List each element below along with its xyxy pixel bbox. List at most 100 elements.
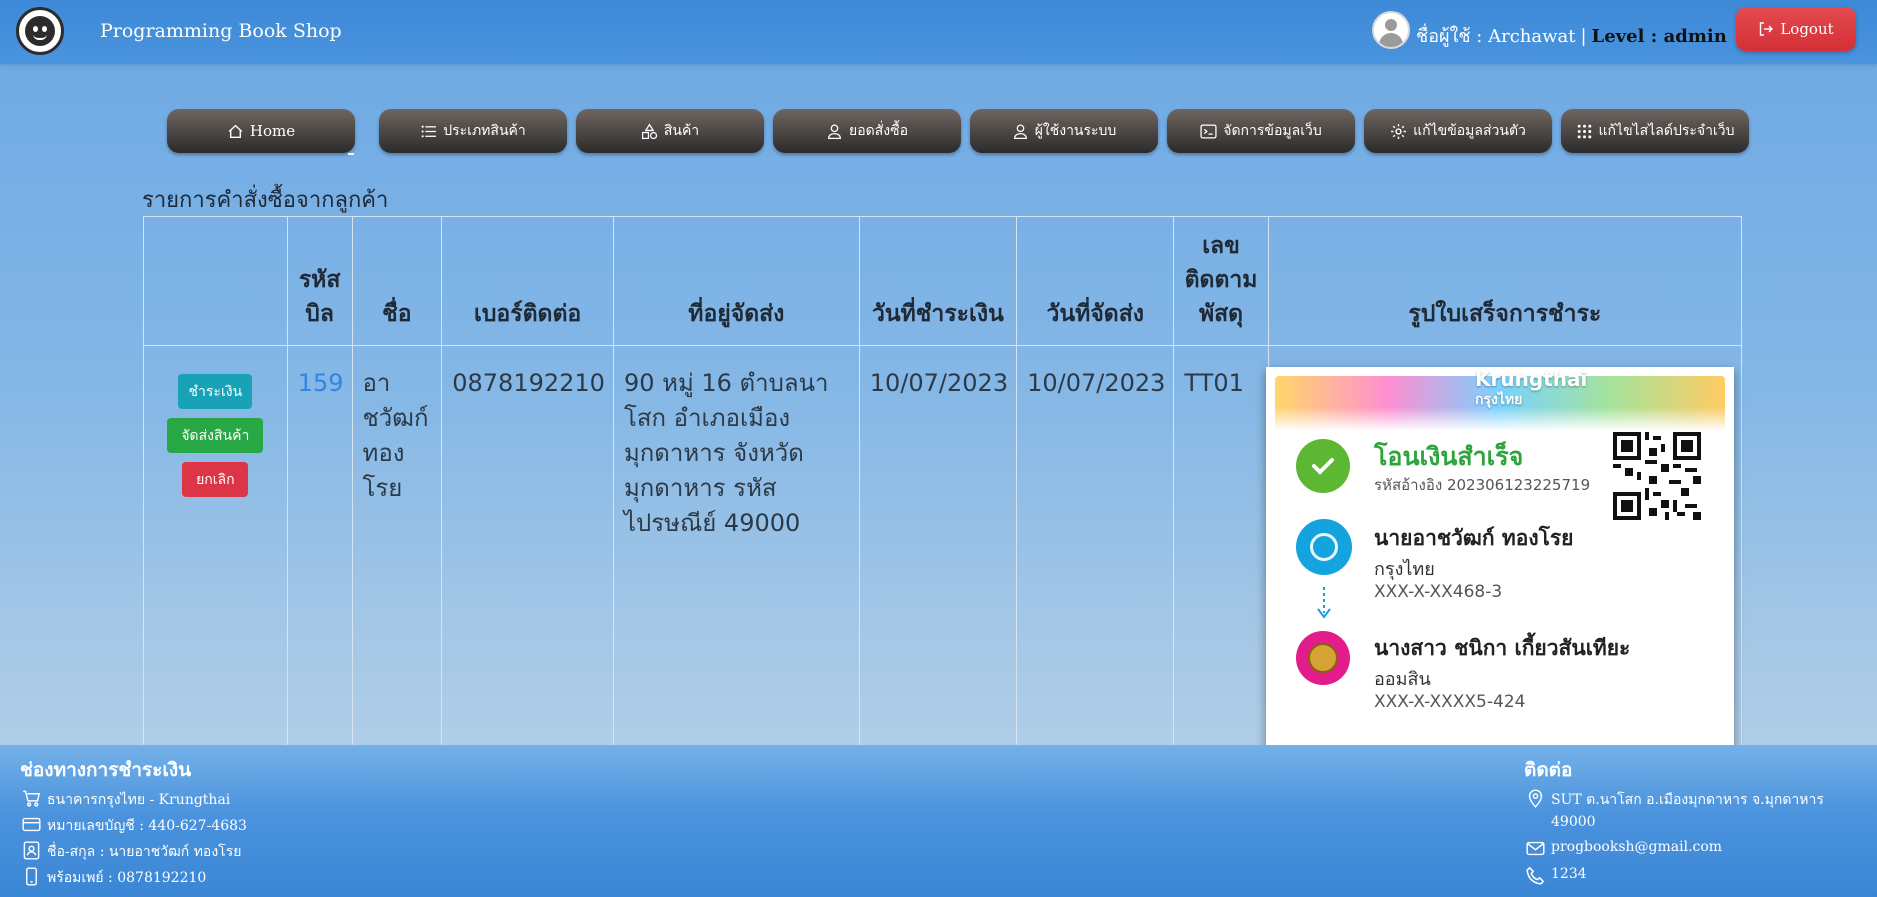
nav-products[interactable]: สินค้า: [576, 109, 764, 153]
nav-home-label: Home: [249, 122, 296, 140]
contact-title: ติดต่อ: [1524, 759, 1573, 781]
nav-orders-label: ยอดสั่งซื้อ: [849, 123, 908, 139]
top-navbar: Programming Book Shop ชื่อผู้ใช้ : Archa…: [0, 0, 1877, 64]
contact-telephone: 1234: [1526, 866, 1587, 885]
user-separator: |: [1580, 26, 1587, 47]
address-cell: 90 หมู่ 16 ตำบลนาโสก อำเภอเมืองมุกดาหาร …: [612, 345, 860, 746]
user-level: Level : admin: [1591, 26, 1727, 47]
receiver-name: นางสาว ชนิกา เกี้ยวสันเทียะ: [1374, 636, 1631, 660]
payment-name-text: ชื่อ-สกุล : นายอาชวัฒก์ ทองโรย: [47, 844, 242, 860]
col-actions-header: [143, 216, 288, 346]
pay-button[interactable]: ชำระเงิน: [178, 374, 253, 409]
logout-label: Logout: [1780, 20, 1834, 38]
person-icon: [828, 123, 841, 139]
payment-promptpay-text: พร้อมเพย์ : 0878192210: [47, 870, 207, 886]
gsb-bank-icon: [1296, 631, 1350, 685]
payment-name: ชื่อ-สกุล : นายอาชวัฒก์ ทองโรย: [22, 841, 241, 863]
receiver-account: XXX-X-XXXX5-424: [1374, 692, 1526, 712]
col-bill-id-header: รหัสบิล: [286, 216, 353, 346]
nav-product-types[interactable]: ประเภทสินค้า: [379, 109, 567, 153]
receipt-bank-sub: กรุงไทย: [1475, 392, 1523, 408]
row-actions: ชำระเงิน จัดส่งสินค้า ยกเลิก: [143, 345, 288, 746]
payment-channels-title: ช่องทางการชำระเงิน: [20, 759, 192, 781]
payment-receipt-image[interactable]: Krungthai กรุงไทย โอนเงินสำเร็จ รหัสอ้าง…: [1266, 367, 1734, 757]
location-icon: [1528, 789, 1543, 808]
home-icon: [228, 124, 243, 138]
contact-email: progbooksh@gmail.com: [1526, 839, 1722, 858]
col-phone-header: เบอร์ติดต่อ: [441, 216, 614, 346]
col-receipt-header: รูปใบเสร็จการชำระ: [1267, 216, 1743, 346]
orders-title: รายการคำสั่งซื้อจากลูกค้า: [142, 188, 389, 213]
shapes-icon: [641, 122, 657, 139]
nav-home[interactable]: Home: [167, 109, 355, 153]
cancel-button[interactable]: ยกเลิก: [182, 462, 249, 497]
nav-orders[interactable]: ยอดสั่งซื้อ: [773, 109, 961, 153]
nav-profile-label: แก้ไขข้อมูลส่วนตัว: [1413, 123, 1526, 139]
nav-products-label: สินค้า: [663, 123, 700, 139]
col-ship-date-header: วันที่จัดส่ง: [1016, 216, 1175, 346]
contact-email-text[interactable]: progbooksh@gmail.com: [1551, 839, 1722, 855]
phone-cell: 0878192210: [441, 345, 614, 746]
smiley-icon: [25, 16, 55, 46]
gear-icon: [1391, 123, 1407, 139]
bill-id-link[interactable]: 159: [298, 369, 344, 397]
telephone-icon: [1526, 866, 1545, 885]
col-pay-date-header: วันที่ชำระเงิน: [858, 216, 1018, 346]
list-icon: [421, 125, 437, 137]
shop-logo[interactable]: [16, 7, 64, 55]
nav-slides-label: แก้ไขไสไลด์ประจำเว็บ: [1598, 123, 1735, 139]
username-label: ชื่อผู้ใช้ : Archawat: [1416, 26, 1576, 47]
sender-bank: กรุงไทย: [1374, 559, 1435, 580]
receiver-bank: ออมสิน: [1374, 669, 1431, 690]
contact-address-text: SUT ต.นาโสก อ.เมืองมุกดาหาร จ.มุกดาหาร 4…: [1551, 792, 1824, 830]
pay-date-cell: 10/07/2023: [858, 345, 1018, 746]
transfer-success-text: โอนเงินสำเร็จ: [1374, 442, 1524, 471]
col-address-header: ที่อยู่จัดส่ง: [612, 216, 860, 346]
user-avatar-icon: [1372, 11, 1410, 49]
sender-name: นายอาชวัฒก์ ทองโรย: [1374, 526, 1574, 550]
payment-account: หมายเลขบัญชี : 440-627-4683: [22, 815, 247, 837]
ship-date-cell: 10/07/2023: [1016, 345, 1175, 746]
phone-icon: [26, 867, 37, 886]
krungthai-bank-icon: [1296, 519, 1352, 575]
nav-slides[interactable]: แก้ไขไสไลด์ประจำเว็บ: [1561, 109, 1749, 153]
col-tracking-header: เลขติดตามพัสดุ: [1173, 216, 1269, 346]
nav-web-data[interactable]: จัดการข้อมูลเว็บ: [1167, 109, 1355, 153]
nav-profile[interactable]: แก้ไขข้อมูลส่วนตัว: [1364, 109, 1552, 153]
card-icon: [22, 817, 41, 832]
ship-button[interactable]: จัดส่งสินค้า: [167, 418, 264, 453]
receipt-bank-title: Krungthai: [1475, 367, 1588, 391]
payment-account-text: หมายเลขบัญชี : 440-627-4683: [47, 818, 247, 834]
logout-icon: [1760, 22, 1774, 36]
customer-name-cell: อาชวัฒก์ ทองโรย: [351, 345, 443, 746]
arrow-down-icon: [1317, 587, 1331, 619]
brand-title[interactable]: Programming Book Shop: [100, 20, 342, 42]
footer: ช่องทางการชำระเงิน ธนาคารกรุงไทย - Krung…: [0, 745, 1877, 897]
col-name-header: ชื่อ: [351, 216, 443, 346]
bill-id-cell: 159: [286, 345, 353, 746]
sender-account: XXX-X-XX468-3: [1374, 582, 1503, 602]
grid-icon: [1577, 124, 1591, 138]
reference-number: รหัสอ้างอิง 202306123225719: [1374, 476, 1591, 494]
contact-card-icon: [23, 841, 40, 860]
home-underline: [348, 153, 354, 155]
nav-web-data-label: จัดการข้อมูลเว็บ: [1223, 123, 1322, 139]
payment-promptpay: พร้อมเพย์ : 0878192210: [22, 867, 206, 889]
payment-bank: ธนาคารกรุงไทย - Krungthai: [22, 789, 230, 811]
logout-button[interactable]: Logout: [1736, 7, 1856, 51]
contact-telephone-text: 1234: [1551, 866, 1587, 882]
cart-icon: [23, 790, 41, 807]
payment-bank-text: ธนาคารกรุงไทย - Krungthai: [47, 792, 231, 808]
mail-icon: [1526, 841, 1545, 856]
nav-product-types-label: ประเภทสินค้า: [443, 123, 526, 139]
person-icon: [1013, 123, 1027, 139]
tracking-cell: TT01: [1173, 345, 1269, 746]
terminal-icon: [1200, 123, 1217, 139]
table-header-row: รหัสบิล ชื่อ เบอร์ติดต่อ ที่อยู่จัดส่ง ว…: [143, 216, 1743, 346]
qr-code-icon: [1613, 432, 1701, 520]
nav-users[interactable]: ผู้ใช้งานระบบ: [970, 109, 1158, 153]
check-icon: [1296, 439, 1350, 493]
nav-users-label: ผู้ใช้งานระบบ: [1034, 123, 1117, 139]
contact-address: SUT ต.นาโสก อ.เมืองมุกดาหาร จ.มุกดาหาร 4…: [1526, 789, 1856, 833]
user-info: ชื่อผู้ใช้ : Archawat | Level : admin: [1416, 21, 1727, 50]
